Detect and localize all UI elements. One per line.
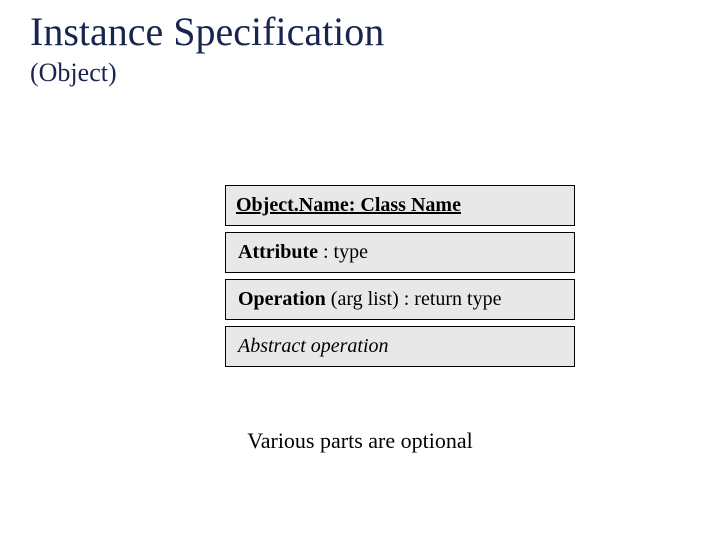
- uml-attribute-type: : type: [318, 241, 368, 263]
- uml-instance-box: Object.Name: Class Name Attribute : type…: [225, 185, 575, 373]
- uml-operation-signature: (arg list) : return type: [326, 288, 502, 310]
- uml-name-compartment: Object.Name: Class Name: [225, 185, 575, 226]
- caption-text: Various parts are optional: [0, 428, 720, 454]
- uml-abstract-operation-compartment: Abstract operation: [225, 326, 575, 367]
- page-title: Instance Specification: [30, 10, 690, 54]
- uml-operation-label: Operation: [238, 288, 326, 310]
- uml-operation-compartment: Operation (arg list) : return type: [225, 279, 575, 320]
- uml-attribute-label: Attribute: [238, 241, 318, 263]
- slide: Instance Specification (Object): [0, 0, 720, 88]
- page-subtitle: (Object): [30, 58, 690, 88]
- uml-attribute-compartment: Attribute : type: [225, 232, 575, 273]
